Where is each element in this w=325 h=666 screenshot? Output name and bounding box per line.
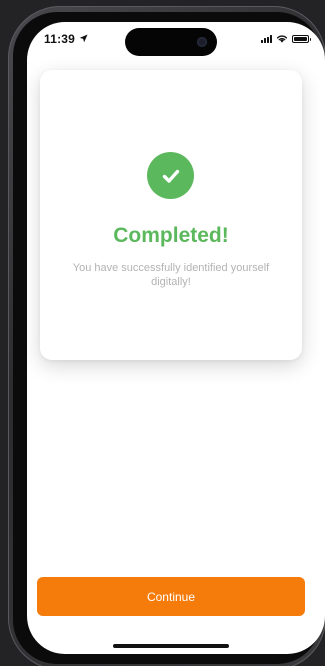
home-indicator[interactable]	[113, 644, 229, 648]
success-message: You have successfully identified yoursel…	[72, 262, 270, 288]
battery-icon	[292, 34, 311, 43]
continue-button[interactable]: Continue	[37, 577, 305, 616]
signal-icon	[261, 34, 272, 43]
status-icons	[261, 34, 311, 43]
front-camera-icon	[197, 37, 207, 47]
checkmark-icon	[162, 169, 179, 183]
completed-title: Completed!	[113, 224, 229, 247]
success-card: Completed! You have successfully identif…	[40, 70, 302, 360]
status-bar: 11:39	[27, 22, 325, 62]
wifi-icon	[276, 35, 288, 43]
app-screen: 11:39 Completed! You have successfully i…	[27, 22, 325, 654]
dynamic-island	[125, 28, 217, 56]
stage-background: 11:39 Completed! You have successfully i…	[0, 0, 325, 666]
checkmark-circle-icon	[147, 152, 194, 199]
status-time: 11:39	[44, 32, 76, 46]
location-arrow-icon	[79, 34, 88, 43]
